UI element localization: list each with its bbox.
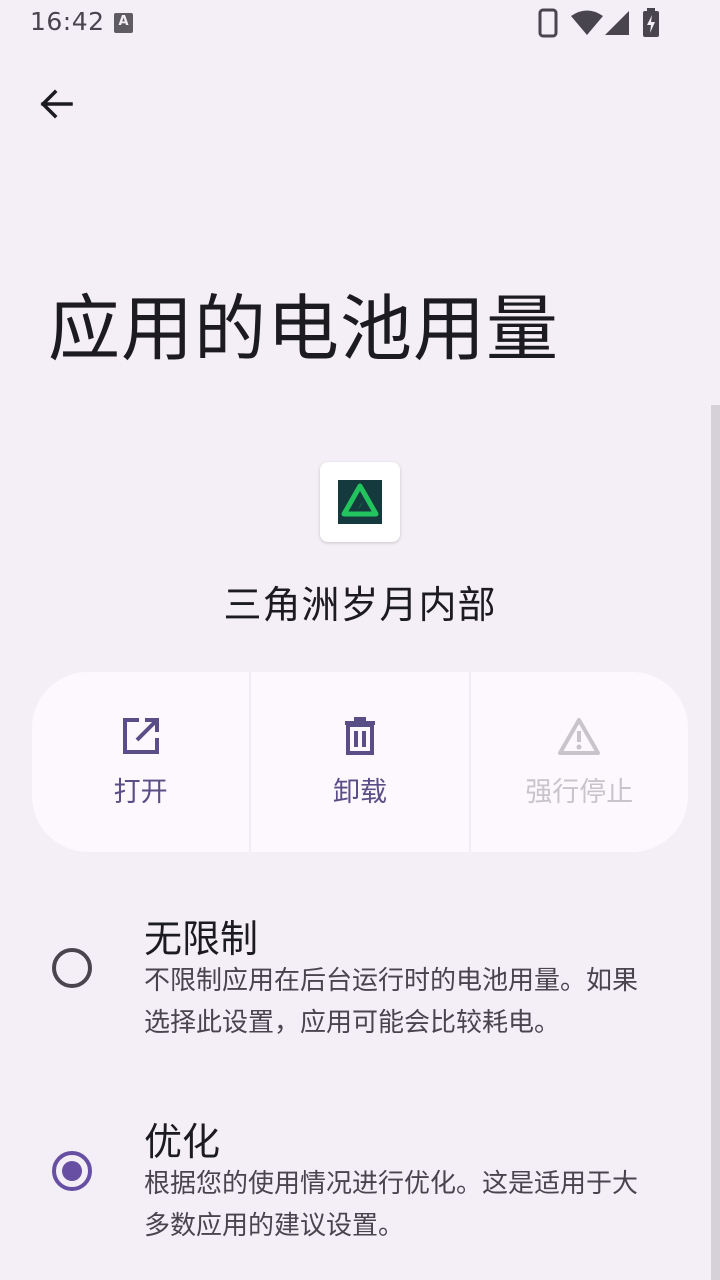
wifi-icon xyxy=(571,10,603,35)
radio-unrestricted[interactable] xyxy=(52,948,92,988)
option-optimized-description: 根据您的使用情况进行优化。这是适用于大多数应用的建议设置。 xyxy=(144,1169,639,1241)
status-time: 16:42 xyxy=(30,7,105,36)
uninstall-label: 卸载 xyxy=(332,777,387,808)
open-button[interactable]: 打开 xyxy=(32,672,249,852)
app-logo-icon xyxy=(338,480,382,524)
scrollbar[interactable] xyxy=(711,405,720,1280)
open-label: 打开 xyxy=(113,777,168,808)
back-button[interactable] xyxy=(28,76,84,132)
option-optimized[interactable]: 优化 根据您的使用情况进行优化。这是适用于大多数应用的建议设置。 xyxy=(0,1083,710,1273)
force-stop-button[interactable]: 强行停止 xyxy=(468,672,688,852)
force-stop-label: 强行停止 xyxy=(525,777,634,808)
app-icon xyxy=(320,462,400,542)
app-name: 三角洲岁月内部 xyxy=(223,583,497,627)
status-bar: 16:42 A xyxy=(0,0,720,48)
trash-icon xyxy=(344,717,375,755)
app-battery-usage-screen: 16:42 A 应用的电池用量 三角洲岁月内部 打开 卸载 强行停止 无限制 不… xyxy=(0,0,720,1280)
radio-optimized[interactable] xyxy=(52,1151,92,1191)
open-in-new-icon xyxy=(122,718,159,754)
phone-icon xyxy=(538,8,558,38)
status-icons xyxy=(538,8,668,40)
app-actions-card: 打开 卸载 强行停止 xyxy=(32,672,688,852)
warning-icon xyxy=(558,718,601,755)
option-unrestricted[interactable]: 无限制 不限制应用在后台运行时的电池用量。如果选择此设置，应用可能会比较耗电。 xyxy=(0,880,710,1070)
arrow-back-icon xyxy=(40,89,73,119)
cellular-signal-icon xyxy=(605,11,629,35)
option-unrestricted-description: 不限制应用在后台运行时的电池用量。如果选择此设置，应用可能会比较耗电。 xyxy=(144,966,639,1038)
option-unrestricted-title: 无限制 xyxy=(144,917,259,961)
page-title: 应用的电池用量 xyxy=(48,287,560,371)
notification-a-icon: A xyxy=(114,13,133,33)
battery-charging-icon xyxy=(643,8,659,37)
uninstall-button[interactable]: 卸载 xyxy=(249,672,468,852)
option-optimized-title: 优化 xyxy=(144,1120,221,1164)
